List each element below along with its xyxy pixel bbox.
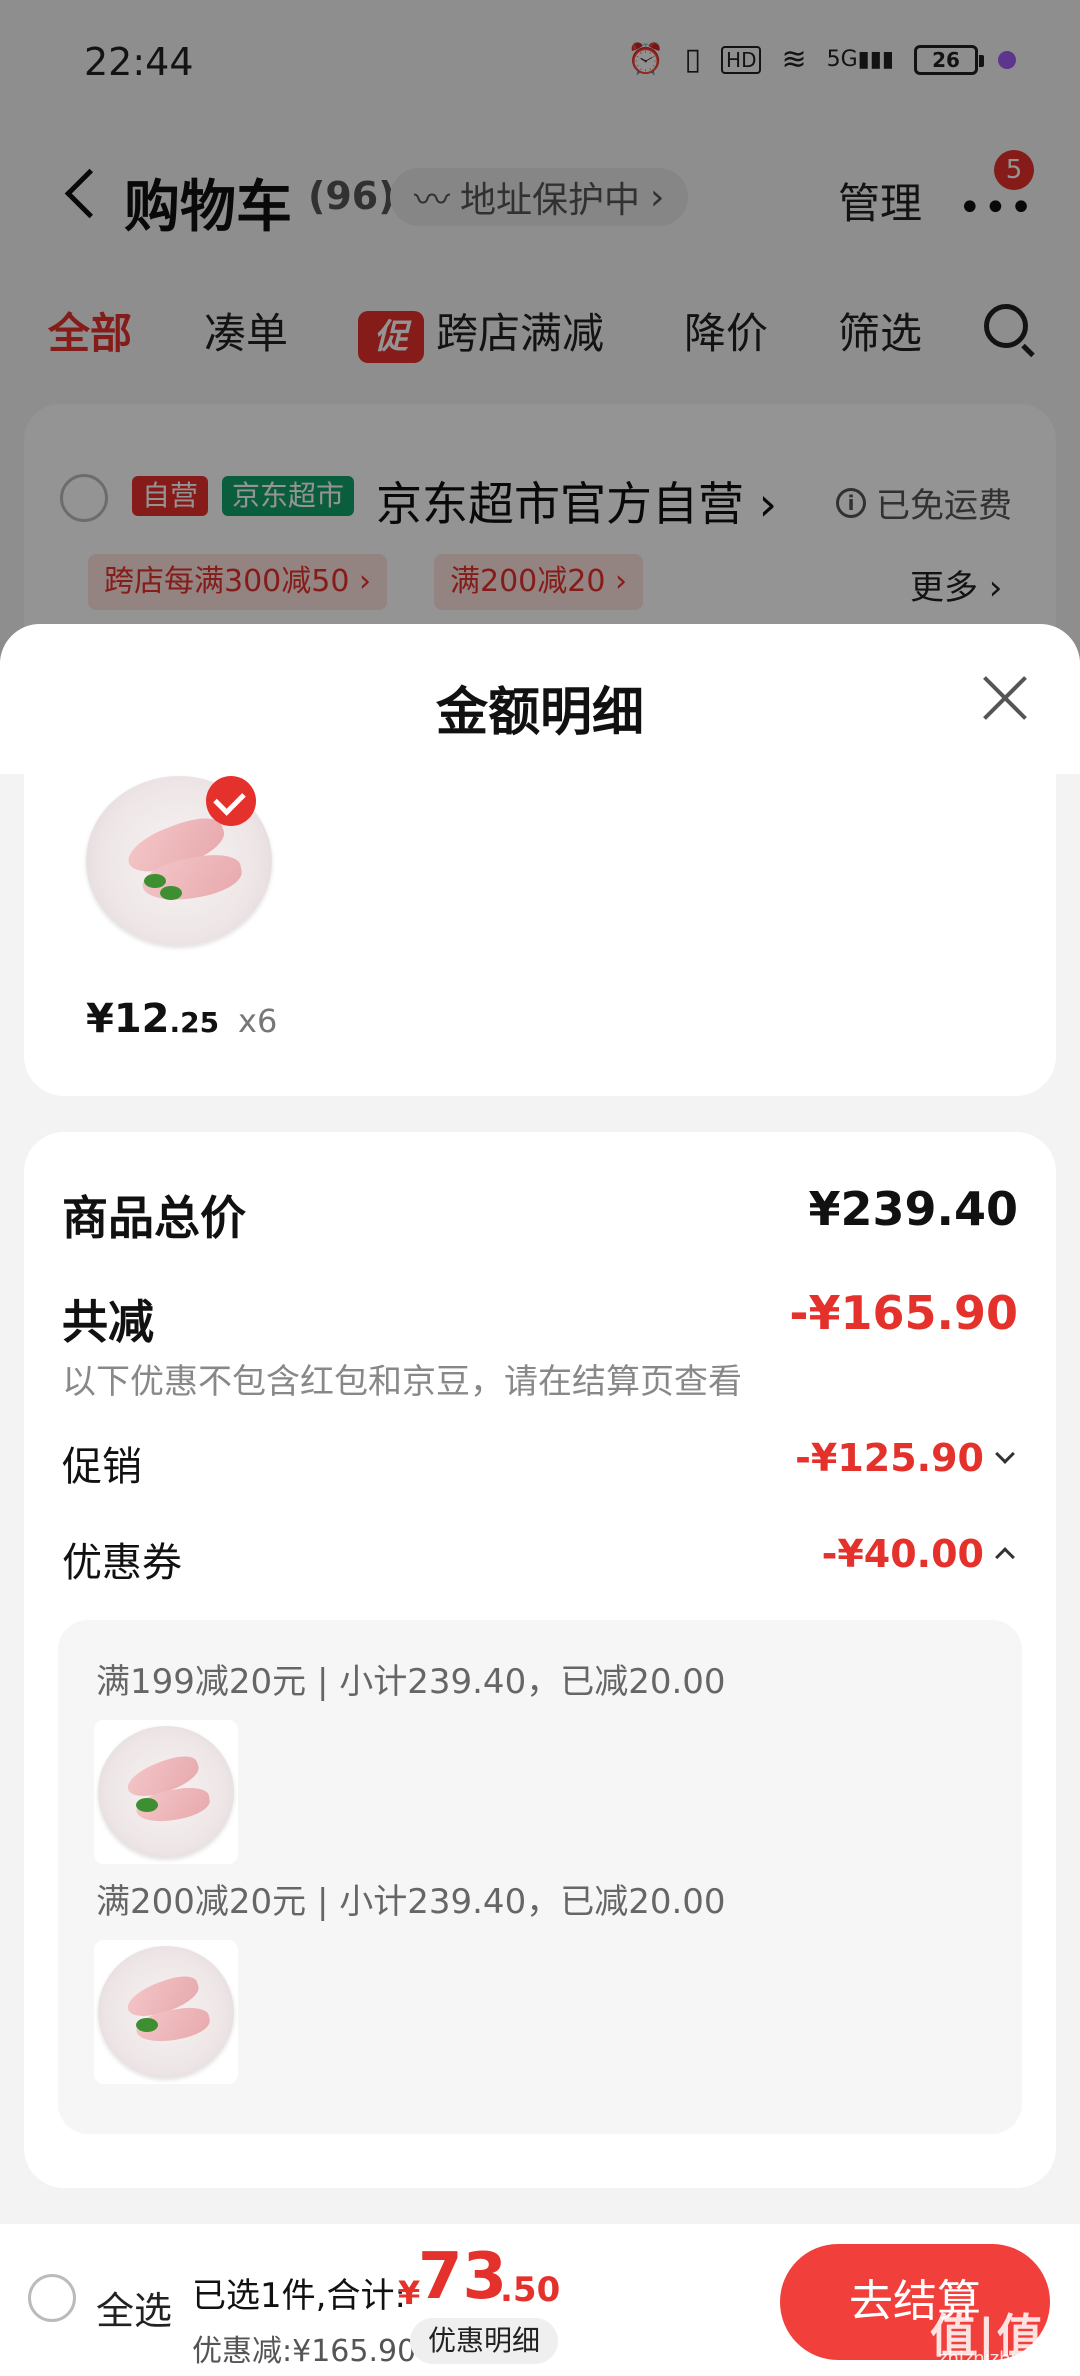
herb-shape	[144, 874, 166, 888]
total-label: 商品总价	[62, 1191, 246, 1245]
total-amount-int: 73	[418, 2240, 508, 2314]
amount-detail-sheet: 金额明细 ¥12.25 x6 商品总价 ¥239.40 共减 -¥165.90 …	[0, 624, 1080, 2224]
promo-value: -¥125.90	[795, 1436, 984, 1480]
promo-row-toggle[interactable]: -¥125.90	[795, 1436, 1015, 1480]
sheet-header: 金额明细	[0, 624, 1080, 774]
coupon-detail-panel: 满199减20元 | 小计239.40，已减20.00 满200减20元 | 小…	[58, 1620, 1022, 2134]
chevron-up-icon	[995, 1547, 1015, 1567]
watermark-url: zhizhizhi.com	[938, 2348, 1060, 2369]
select-all-label[interactable]: 全选	[96, 2280, 172, 2335]
sheet-title: 金额明细	[435, 683, 644, 743]
chevron-down-icon	[995, 1444, 1015, 1464]
coupon-line: 满199减20元 | 小计239.40，已减20.00	[96, 1662, 726, 1702]
herb-shape	[160, 886, 182, 900]
check-icon	[206, 776, 256, 826]
discount-note: 以下优惠不包含红包和京豆，请在结算页查看	[62, 1362, 742, 1402]
product-price: ¥12.25	[86, 996, 220, 1042]
selected-summary: 已选1件,合计:	[192, 2276, 406, 2316]
coupon-line: 满200减20元 | 小计239.40，已减20.00	[96, 1882, 726, 1922]
checkout-bar: 全选 已选1件,合计: ¥ 73 .50 优惠减:¥165.90 优惠明细 去结…	[0, 2224, 1080, 2376]
coupon-product-image[interactable]	[94, 1940, 238, 2084]
coupon-row-toggle[interactable]: -¥40.00	[821, 1532, 1015, 1576]
select-all-radio[interactable]	[28, 2274, 76, 2322]
herb-shape	[136, 2018, 158, 2032]
discount-detail-button[interactable]: 优惠明细	[410, 2318, 559, 2364]
product-quantity: x6	[238, 1002, 278, 1040]
discount-summary: 优惠减:¥165.90	[192, 2334, 417, 2369]
coupon-label: 优惠券	[62, 1540, 182, 1586]
product-card: ¥12.25 x6	[24, 774, 1056, 1096]
coupon-value: -¥40.00	[821, 1532, 984, 1576]
herb-shape	[136, 1798, 158, 1812]
discount-label: 共减	[62, 1295, 154, 1349]
total-amount-dec: .50	[500, 2270, 561, 2310]
summary-card: 商品总价 ¥239.40 共减 -¥165.90 以下优惠不包含红包和京豆，请在…	[24, 1132, 1056, 2188]
coupon-product-image[interactable]	[94, 1720, 238, 1864]
promo-label: 促销	[62, 1444, 142, 1490]
close-icon[interactable]	[980, 674, 1030, 724]
discount-value: -¥165.90	[789, 1286, 1018, 1340]
total-currency: ¥	[398, 2274, 421, 2312]
total-value: ¥239.40	[808, 1182, 1018, 1236]
